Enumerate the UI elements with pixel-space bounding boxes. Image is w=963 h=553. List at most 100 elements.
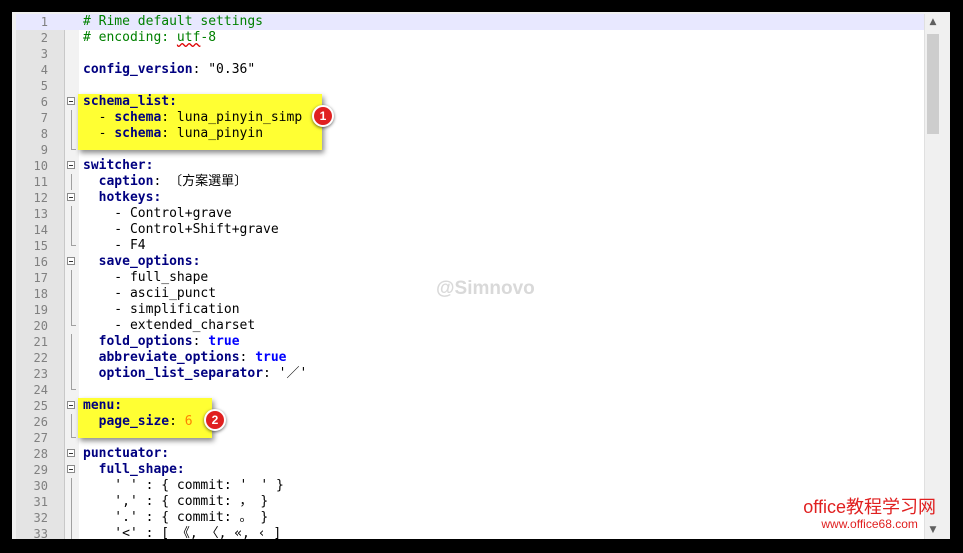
code-token: page_size bbox=[98, 414, 170, 429]
line-number: 33 bbox=[33, 527, 48, 539]
code-line[interactable]: 16 save_options: bbox=[16, 254, 931, 270]
code-line[interactable]: 14 - Control+Shift+grave bbox=[16, 222, 931, 238]
code-line[interactable]: 28 punctuator: bbox=[16, 446, 931, 462]
fold-guide bbox=[71, 350, 72, 366]
code-line[interactable]: 8 - schema: luna_pinyin bbox=[16, 126, 931, 142]
fold-guide bbox=[71, 414, 72, 430]
line-code: - Control+Shift+grave bbox=[83, 222, 278, 238]
line-number: 12 bbox=[33, 191, 48, 205]
code-line[interactable]: 30 ' ' : { commit: ' ' } bbox=[16, 478, 931, 494]
line-number: 21 bbox=[33, 335, 48, 349]
code-line[interactable]: 4 config_version: "0.36" bbox=[16, 62, 931, 78]
code-line[interactable]: 6 schema_list: bbox=[16, 94, 931, 110]
fold-toggle-icon[interactable] bbox=[67, 465, 75, 473]
line-code: # encoding: utf-8 bbox=[83, 30, 216, 46]
fold-toggle-icon[interactable] bbox=[67, 449, 75, 457]
code-line[interactable]: 11 caption: 〔方案選單〕 bbox=[16, 174, 931, 190]
fold-guide bbox=[71, 334, 72, 350]
line-code: # Rime default settings bbox=[83, 14, 263, 30]
fold-toggle-icon[interactable] bbox=[67, 97, 75, 105]
code-token: menu: bbox=[83, 398, 123, 413]
code-line[interactable]: 26 page_size: 6 bbox=[16, 414, 931, 430]
line-number: 4 bbox=[40, 63, 48, 77]
code-token: # Rime default settings bbox=[83, 14, 264, 29]
code-line[interactable]: 33 '<' : [ 《, 〈, «, ‹ ] bbox=[16, 526, 931, 539]
fold-guide bbox=[71, 206, 72, 222]
line-number: 17 bbox=[33, 271, 48, 285]
code-token: - Control+grave bbox=[83, 206, 232, 221]
code-line[interactable]: 32 '.' : { commit: 。 } bbox=[16, 510, 931, 526]
line-number: 29 bbox=[33, 463, 48, 477]
code-token: caption bbox=[98, 174, 154, 189]
line-number: 9 bbox=[40, 143, 48, 157]
line-number: 19 bbox=[33, 303, 48, 317]
line-code: hotkeys: bbox=[83, 190, 162, 206]
code-line[interactable]: 31 ',' : { commit: ， } bbox=[16, 494, 931, 510]
code-line[interactable]: 24 bbox=[16, 382, 931, 398]
code-line[interactable]: 9 bbox=[16, 142, 931, 158]
code-token: -8 bbox=[200, 30, 217, 45]
fold-end-guide bbox=[71, 382, 76, 390]
line-number: 24 bbox=[33, 383, 48, 397]
code-line[interactable]: 20 - extended_charset bbox=[16, 318, 931, 334]
line-number: 27 bbox=[33, 431, 48, 445]
fold-guide bbox=[71, 302, 72, 318]
line-number: 30 bbox=[33, 479, 48, 493]
line-number: 26 bbox=[33, 415, 48, 429]
fold-guide bbox=[71, 174, 72, 190]
code-token: option_list_separator bbox=[98, 366, 264, 381]
code-token: : '／' bbox=[263, 366, 308, 381]
code-token: abbreviate_options bbox=[98, 350, 240, 365]
code-token: : "0.36" bbox=[192, 62, 256, 77]
code-line[interactable]: 2 # encoding: utf-8 bbox=[16, 30, 931, 46]
code-line[interactable]: 25 menu: bbox=[16, 398, 931, 414]
site-logo-title: office教程学习网 bbox=[803, 497, 936, 517]
fold-guide bbox=[71, 478, 72, 494]
code-line[interactable]: 7 - schema: luna_pinyin_simp bbox=[16, 110, 931, 126]
code-line[interactable]: 29 full_shape: bbox=[16, 462, 931, 478]
fold-end-guide bbox=[71, 430, 76, 438]
code-token: - F4 bbox=[83, 238, 146, 253]
code-token: 6 bbox=[184, 414, 193, 429]
code-line[interactable]: 1 # Rime default settings bbox=[16, 14, 931, 30]
line-number: 22 bbox=[33, 351, 48, 365]
vertical-scrollbar[interactable]: ▲ ▼ bbox=[924, 14, 941, 539]
code-line[interactable]: 15 - F4 bbox=[16, 238, 931, 254]
line-code: ',' : { commit: ， } bbox=[83, 494, 268, 510]
line-code: save_options: bbox=[83, 254, 201, 270]
fold-guide bbox=[71, 510, 72, 526]
fold-toggle-icon[interactable] bbox=[67, 401, 75, 409]
code-line[interactable]: 22 abbreviate_options: true bbox=[16, 350, 931, 366]
code-line[interactable]: 23 option_list_separator: '／' bbox=[16, 366, 931, 382]
code-line[interactable]: 3 bbox=[16, 46, 931, 62]
line-code: - simplification bbox=[83, 302, 239, 318]
code-line[interactable]: 21 fold_options: true bbox=[16, 334, 931, 350]
fold-guide bbox=[71, 494, 72, 510]
code-line[interactable]: 27 bbox=[16, 430, 931, 446]
line-number: 14 bbox=[33, 223, 48, 237]
fold-toggle-icon[interactable] bbox=[67, 161, 75, 169]
code-line[interactable]: 12 hotkeys: bbox=[16, 190, 931, 206]
chevron-up-icon[interactable]: ▲ bbox=[925, 14, 941, 31]
code-line[interactable]: 13 - Control+grave bbox=[16, 206, 931, 222]
code-line[interactable]: 5 bbox=[16, 78, 931, 94]
line-number: 3 bbox=[40, 47, 48, 61]
code-editor[interactable]: 1 # Rime default settings 2 # encoding: utf… bbox=[16, 14, 941, 539]
line-code: - ascii_punct bbox=[83, 286, 216, 302]
code-token: schema_list: bbox=[83, 94, 177, 109]
fold-guide bbox=[71, 270, 72, 286]
fold-guide bbox=[71, 286, 72, 302]
code-line[interactable]: 19 - simplification bbox=[16, 302, 931, 318]
fold-toggle-icon[interactable] bbox=[67, 193, 75, 201]
code-token: - full_shape bbox=[83, 270, 209, 285]
line-code: punctuator: bbox=[83, 446, 169, 462]
code-line[interactable]: 10 switcher: bbox=[16, 158, 931, 174]
line-number: 23 bbox=[33, 367, 48, 381]
fold-toggle-icon[interactable] bbox=[67, 257, 75, 265]
line-number: 25 bbox=[33, 399, 48, 413]
scrollbar-thumb[interactable] bbox=[927, 34, 939, 134]
